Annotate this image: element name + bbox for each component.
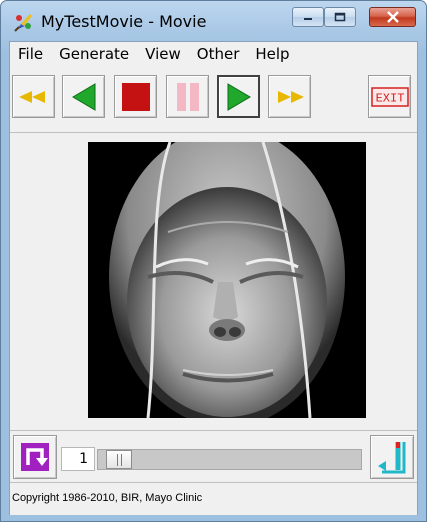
maximize-button[interactable] xyxy=(324,7,356,27)
menu-view[interactable]: View xyxy=(137,42,189,66)
client-area: File Generate View Other Help EXIT 1 Cop… xyxy=(9,41,418,515)
rewind-icon xyxy=(18,90,45,103)
frame-slider-thumb[interactable] xyxy=(106,450,132,469)
play-forward-button[interactable] xyxy=(217,75,260,118)
status-bar: Copyright 1986-2010, BIR, Mayo Clinic xyxy=(10,482,417,515)
rendered-face-image xyxy=(88,142,366,418)
close-button[interactable] xyxy=(369,7,416,27)
menu-other[interactable]: Other xyxy=(189,42,248,66)
maximize-icon xyxy=(334,12,346,22)
menu-help[interactable]: Help xyxy=(247,42,297,66)
menu-bar: File Generate View Other Help xyxy=(10,42,417,66)
stop-button[interactable] xyxy=(114,75,157,118)
window-title: MyTestMovie - Movie xyxy=(41,12,207,31)
fast-forward-button[interactable] xyxy=(268,75,311,118)
exit-button[interactable]: EXIT xyxy=(368,75,411,118)
bounce-mode-button[interactable] xyxy=(370,435,414,479)
loop-icon xyxy=(21,443,49,471)
loop-mode-button[interactable] xyxy=(13,435,57,479)
video-panel xyxy=(10,132,417,425)
bounce-icon xyxy=(378,442,406,474)
menu-generate[interactable]: Generate xyxy=(51,42,137,66)
stop-icon xyxy=(121,82,150,111)
play-backward-button[interactable] xyxy=(62,75,105,118)
menu-file[interactable]: File xyxy=(10,42,51,66)
close-icon xyxy=(386,11,399,23)
frame-slider[interactable] xyxy=(97,449,362,470)
exit-label: EXIT xyxy=(375,91,404,105)
frame-number-field[interactable]: 1 xyxy=(61,447,95,471)
minimize-icon xyxy=(304,18,312,20)
fast-forward-icon xyxy=(277,90,304,103)
playback-toolbar: EXIT xyxy=(10,67,417,125)
exit-icon: EXIT xyxy=(370,86,409,107)
playback-controls: 1 xyxy=(10,430,417,481)
pause-icon xyxy=(176,82,199,111)
paint-palette-icon[interactable] xyxy=(13,11,35,33)
title-bar[interactable]: MyTestMovie - Movie xyxy=(1,1,426,41)
play-reverse-icon xyxy=(71,82,95,111)
play-icon xyxy=(227,82,251,111)
minimize-button[interactable] xyxy=(292,7,324,27)
movie-window: MyTestMovie - Movie File Generate View O… xyxy=(0,0,427,522)
pause-button[interactable] xyxy=(166,75,209,118)
copyright-text: Copyright 1986-2010, BIR, Mayo Clinic xyxy=(12,492,203,504)
rewind-to-start-button[interactable] xyxy=(12,75,55,118)
movie-frame xyxy=(88,142,366,418)
